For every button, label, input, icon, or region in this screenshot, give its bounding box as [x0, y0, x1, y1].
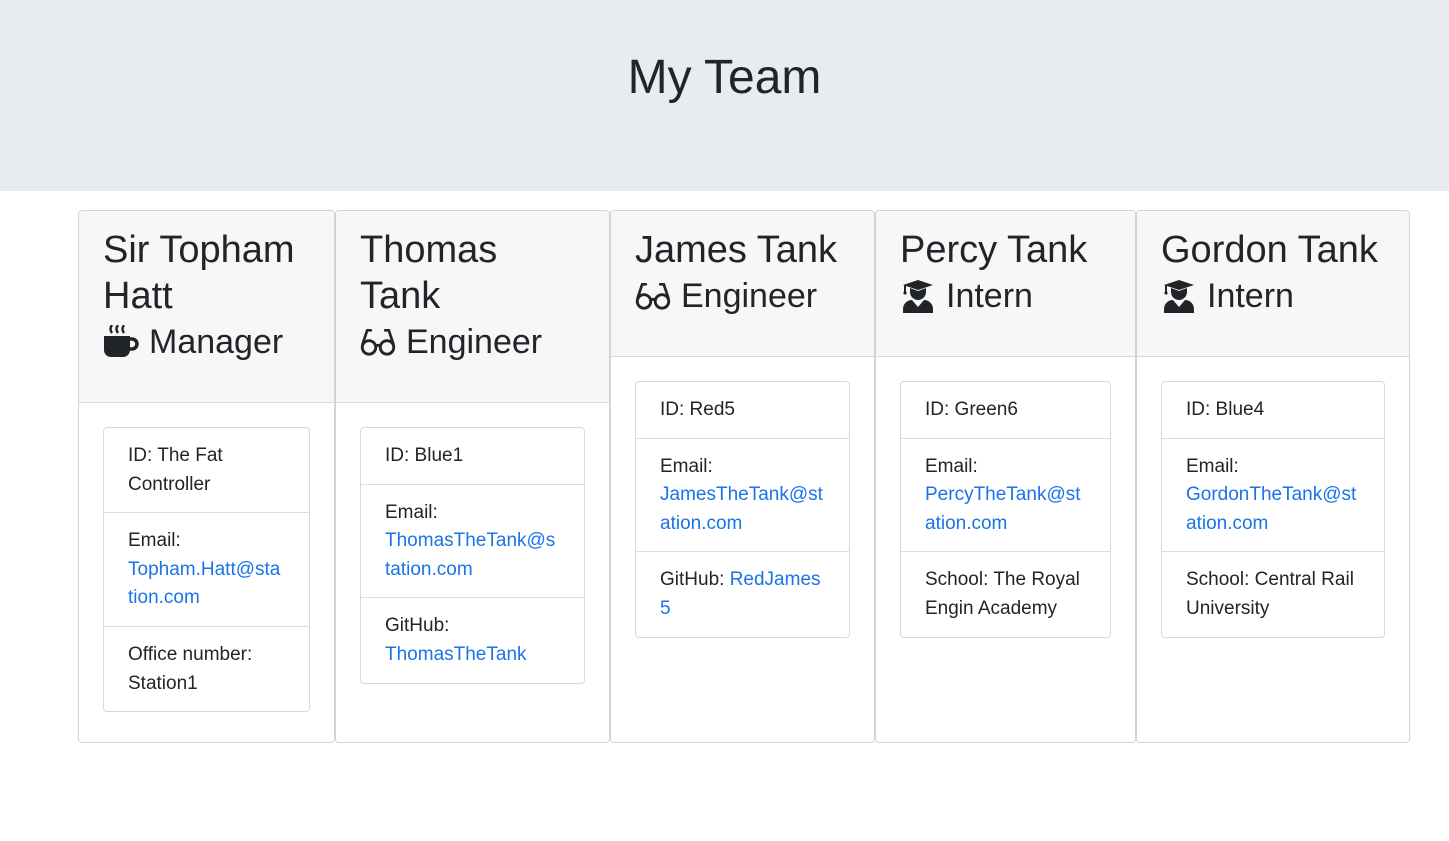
employee-details: ID: Green6 Email: PercyTheTank@station.c…	[900, 381, 1111, 638]
employee-role-label: Intern	[1207, 277, 1294, 315]
card-header: Thomas Tank Engineer	[336, 211, 609, 403]
employee-details: ID: Blue1 Email: ThomasTheTank@station.c…	[360, 427, 585, 684]
email-label: Email:	[385, 501, 438, 523]
employee-id: ID: Blue4	[1186, 399, 1265, 420]
employee-id: ID: The Fat Controller	[128, 445, 223, 495]
employee-role-label: Engineer	[406, 323, 543, 361]
employee-card: Gordon Tank Intern ID: Blue4 Email: Gord…	[1136, 210, 1410, 743]
email-link[interactable]: ThomasTheTank@station.com	[385, 530, 555, 580]
employee-card: Sir Topham Hatt Manager ID: The Fat Cont…	[78, 210, 335, 743]
github-label: GitHub:	[660, 569, 725, 591]
employee-card: Thomas Tank Engineer ID: Blue1 Email: Th…	[335, 210, 610, 743]
employee-name: Sir Topham Hatt	[103, 229, 295, 317]
email-label: Email:	[128, 530, 181, 552]
card-header: James Tank Engineer	[611, 211, 874, 357]
email-label: Email:	[660, 455, 713, 477]
email-link[interactable]: Topham.Hatt@station.com	[128, 559, 280, 609]
employee-school: School: Central Rail University	[1162, 551, 1384, 636]
email-link[interactable]: GordonTheTank@station.com	[1186, 484, 1356, 534]
github-link[interactable]: ThomasTheTank	[385, 644, 527, 665]
employee-role: Intern	[1161, 273, 1389, 319]
employee-office-number: Office number: Station1	[104, 625, 309, 711]
employee-email: Email: GordonTheTank@station.com	[1162, 437, 1384, 552]
employee-role: Manager	[103, 319, 314, 365]
employee-email: Email: JamesTheTank@station.com	[636, 437, 849, 552]
email-label: Email:	[925, 455, 978, 477]
school-label: School:	[1186, 569, 1250, 591]
jumbotron-header: My Team	[0, 0, 1449, 191]
card-header: Gordon Tank Intern	[1137, 211, 1409, 357]
email-link[interactable]: JamesTheTank@station.com	[660, 484, 823, 534]
employee-card: Percy Tank Intern ID: Green6 Email: Perc…	[875, 210, 1136, 743]
employee-role-label: Manager	[149, 323, 284, 361]
employee-school: School: The Royal Engin Academy	[901, 551, 1110, 636]
employee-email: Email: Topham.Hatt@station.com	[104, 512, 309, 626]
employee-email: Email: PercyTheTank@station.com	[901, 437, 1110, 552]
graduate-icon	[1161, 278, 1197, 314]
employee-role-label: Intern	[946, 277, 1033, 315]
email-label: Email:	[1186, 455, 1239, 477]
glasses-icon	[360, 324, 396, 360]
employee-details: ID: Blue4 Email: GordonTheTank@station.c…	[1161, 381, 1385, 638]
employee-name: Gordon Tank	[1161, 229, 1378, 271]
office-number-label: Office number:	[128, 643, 253, 665]
employee-name: James Tank	[635, 229, 838, 271]
employee-details: ID: Red5 Email: JamesTheTank@station.com…	[635, 381, 850, 638]
card-header: Percy Tank Intern	[876, 211, 1135, 357]
employee-name: Thomas Tank	[360, 229, 498, 317]
employee-id: ID: Green6	[925, 399, 1018, 420]
email-link[interactable]: PercyTheTank@station.com	[925, 484, 1081, 534]
employee-github: GitHub: RedJames5	[636, 551, 849, 636]
employee-card: James Tank Engineer ID: Red5 Email: Jame…	[610, 210, 875, 743]
employee-role: Intern	[900, 273, 1115, 319]
employee-details: ID: The Fat Controller Email: Topham.Hat…	[103, 427, 310, 713]
employee-id: ID: Blue1	[385, 445, 464, 466]
office-number-value: Station1	[128, 672, 198, 694]
github-label: GitHub:	[385, 615, 450, 637]
graduate-icon	[900, 278, 936, 314]
employee-email: Email: ThomasTheTank@station.com	[361, 483, 584, 598]
employee-role: Engineer	[635, 273, 854, 319]
employee-id: ID: Red5	[660, 399, 735, 420]
employee-role: Engineer	[360, 319, 589, 365]
employee-role-label: Engineer	[681, 277, 818, 315]
glasses-icon	[635, 278, 671, 314]
employee-name: Percy Tank	[900, 229, 1088, 271]
page-title: My Team	[627, 51, 822, 104]
card-header: Sir Topham Hatt Manager	[79, 211, 334, 403]
employee-github: GitHub: ThomasTheTank	[361, 597, 584, 682]
mug-icon	[103, 324, 139, 360]
school-label: School:	[925, 569, 989, 591]
